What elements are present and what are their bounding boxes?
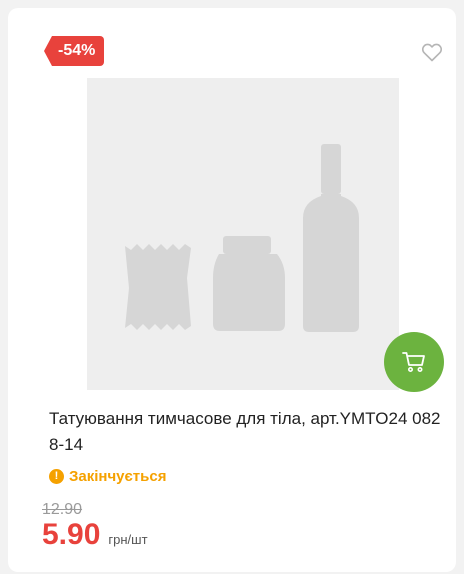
jar-body: [213, 254, 285, 331]
product-image-placeholder[interactable]: [87, 78, 399, 390]
current-price: 5.90: [42, 518, 101, 551]
add-to-cart-button[interactable]: [384, 332, 444, 392]
stock-status: ! Закінчується: [49, 466, 166, 486]
product-card[interactable]: -54% Татуювання тимчасове для тіла, арт.…: [8, 8, 456, 572]
cart-icon: [402, 352, 425, 372]
jar-lid: [223, 236, 271, 254]
bottle-neck: [321, 144, 341, 194]
favorite-button[interactable]: [420, 40, 444, 64]
discount-badge: -54%: [44, 36, 105, 66]
heart-outline-icon: [421, 43, 443, 62]
product-placeholder-icon: [125, 144, 359, 332]
exclamation-circle-icon: !: [49, 468, 64, 484]
old-price: 12.90: [42, 501, 83, 518]
stock-status-label: Закінчується: [69, 467, 167, 485]
bottle-body: [303, 194, 359, 332]
product-name[interactable]: Татуювання тимчасове для тіла, арт.YMTO2…: [49, 406, 449, 458]
price-unit: грн/шт: [108, 532, 148, 547]
price-row: 5.90 грн/шт: [42, 518, 148, 552]
bag-shape: [125, 244, 191, 330]
